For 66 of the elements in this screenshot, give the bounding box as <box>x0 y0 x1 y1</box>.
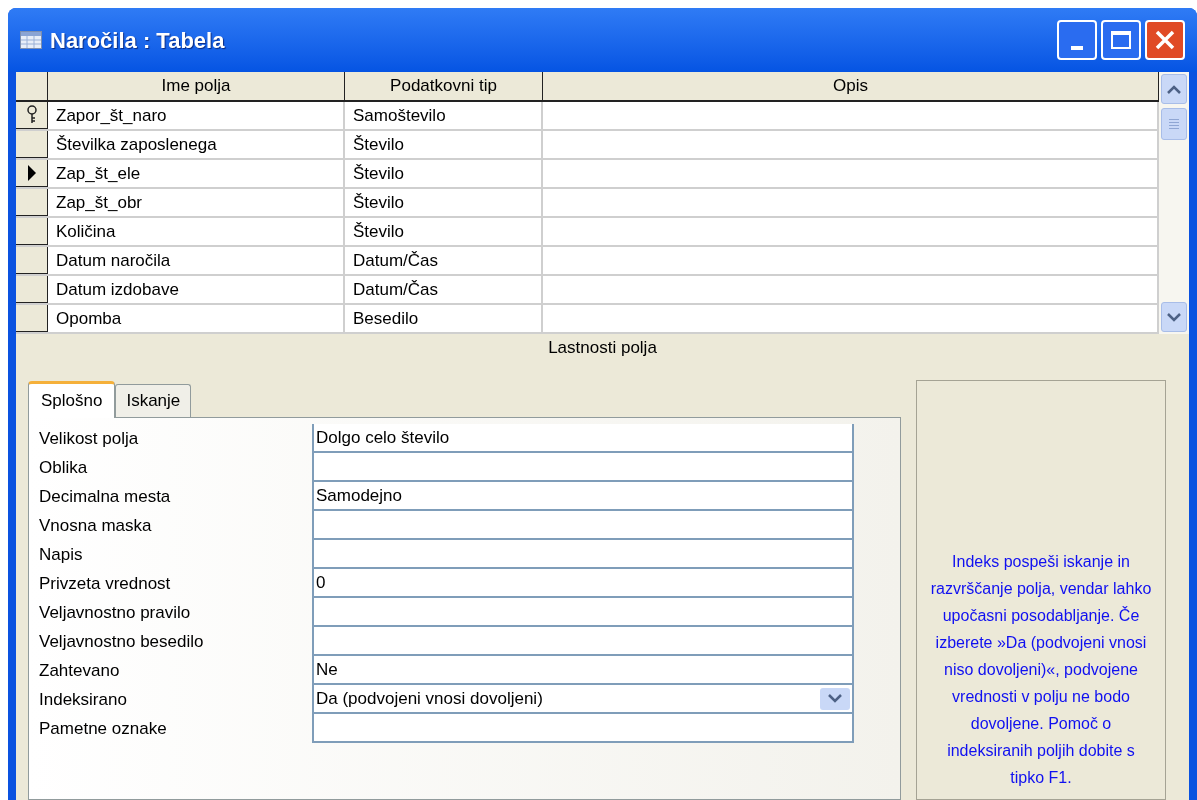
scroll-thumb[interactable] <box>1161 108 1187 140</box>
property-label: Indeksirano <box>39 689 128 711</box>
property-label: Pametne oznake <box>39 718 168 740</box>
property-label: Veljavnostno besedilo <box>39 631 205 653</box>
input-field[interactable] <box>312 540 854 569</box>
property-label: Vnosna maska <box>39 515 153 537</box>
table-cell[interactable]: Število <box>345 131 543 158</box>
property-label: Zahtevano <box>39 660 121 682</box>
table-cell[interactable]: Zapor_št_naro <box>48 102 345 129</box>
table-icon <box>20 31 42 49</box>
row-selector[interactable] <box>16 247 48 274</box>
section-heading: Lastnosti polja <box>548 337 657 360</box>
table-cell[interactable]: Število <box>345 160 543 187</box>
table-cell[interactable]: Datum izdobave <box>48 276 345 303</box>
row-selector[interactable] <box>16 160 48 187</box>
row-selector[interactable] <box>16 131 48 158</box>
chevron-down-icon <box>1167 312 1181 322</box>
property-label: Oblika <box>39 457 89 479</box>
input-field[interactable] <box>312 453 854 482</box>
close-icon <box>1154 29 1176 51</box>
table-cell[interactable]: Besedilo <box>345 305 543 332</box>
tab[interactable]: Splošno <box>28 381 116 418</box>
row-selector[interactable] <box>16 189 48 216</box>
current-row-icon <box>26 164 37 182</box>
table-cell[interactable]: Datum naročila <box>48 247 345 274</box>
tab[interactable]: Iskanje <box>115 384 192 417</box>
property-label: Privzeta vrednost <box>39 573 172 595</box>
table-cell[interactable]: Opomba <box>48 305 345 332</box>
key-icon <box>25 105 38 125</box>
table-cell[interactable]: Številka zaposlenega <box>48 131 345 158</box>
property-label: Napis <box>39 544 84 566</box>
chevron-down-icon <box>828 694 842 703</box>
input-field[interactable]: Samodejno <box>312 482 854 511</box>
input-field[interactable] <box>312 627 854 656</box>
maximize-button[interactable] <box>1101 20 1141 60</box>
input-field[interactable]: Dolgo celo število <box>312 424 854 453</box>
table-cell[interactable]: Datum/Čas <box>345 247 543 274</box>
table-cell[interactable]: Število <box>345 218 543 245</box>
window-title: Naročila : Tabela <box>50 26 225 55</box>
table-cell[interactable]: Zap_št_obr <box>48 189 345 216</box>
table-cell[interactable]: Datum/Čas <box>345 276 543 303</box>
property-label: Velikost polja <box>39 428 140 450</box>
scroll-up-button[interactable] <box>1161 74 1187 104</box>
input-field[interactable]: 0 <box>312 569 854 598</box>
table-cell[interactable]: Število <box>345 189 543 216</box>
minimize-button[interactable] <box>1057 20 1097 60</box>
scroll-down-button[interactable] <box>1161 302 1187 332</box>
input-field[interactable] <box>312 511 854 540</box>
input-field[interactable]: Ne <box>312 656 854 685</box>
input-field[interactable] <box>312 714 854 743</box>
row-selector[interactable] <box>16 305 48 332</box>
table-cell[interactable]: Samoštevilo <box>345 102 543 129</box>
close-button[interactable] <box>1145 20 1185 60</box>
input-field[interactable] <box>312 598 854 627</box>
scrollbar[interactable] <box>1159 72 1189 334</box>
row-selector[interactable] <box>16 102 48 129</box>
table-cell[interactable]: Količina <box>48 218 345 245</box>
property-label: Decimalna mesta <box>39 486 172 508</box>
row-selector[interactable] <box>16 276 48 303</box>
table-cell[interactable]: Zap_št_ele <box>48 160 345 187</box>
property-label: Veljavnostno pravilo <box>39 602 192 624</box>
help-text: Indeks pospeši iskanje in razvrščanje polja, vendar lahko upočasni posodabljanje. Če izberete »Da (podvojeni vnosi niso dovoljeni)«, podvojene vrednosti v polju ne bodo dovoljene. Pomoč o indeksiranih poljih dobite s tipko F1. <box>930 552 1152 788</box>
dropdown-button[interactable] <box>820 687 850 710</box>
chevron-up-icon <box>1167 84 1181 94</box>
dropdown-field[interactable]: Da (podvojeni vnosi dovoljeni) <box>312 685 854 714</box>
row-selector[interactable] <box>16 218 48 245</box>
